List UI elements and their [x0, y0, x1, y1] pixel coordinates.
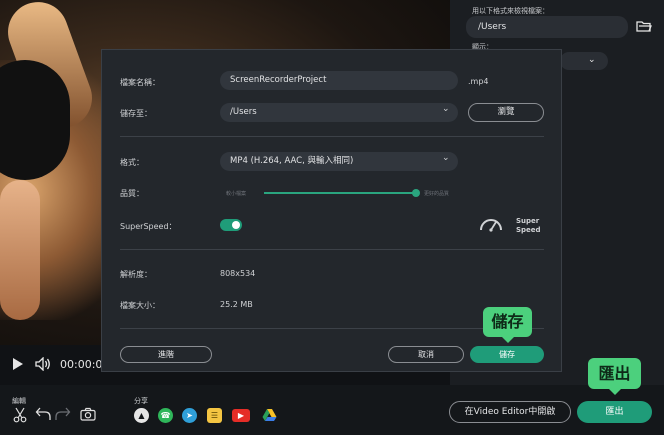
resolution-label: 解析度： [120, 270, 152, 279]
camera-icon[interactable] [80, 407, 96, 423]
cloud-upload-icon[interactable]: ▲ [134, 408, 149, 423]
speedometer-icon [479, 215, 503, 237]
scissors-icon[interactable] [12, 407, 28, 423]
divider [120, 249, 544, 250]
chevron-down-icon: ⌄ [442, 153, 450, 163]
save-to-label: 儲存至： [120, 109, 152, 118]
save-button[interactable]: 儲存 [470, 346, 544, 363]
folder-field[interactable]: /Users [466, 16, 628, 38]
filesize-value: 25.2 MB [220, 300, 253, 309]
filename-label: 檔案名稱： [120, 78, 160, 87]
chevron-down-icon: ⌄ [588, 55, 596, 65]
format-label: 格式： [120, 158, 144, 167]
divider [120, 328, 544, 329]
redo-icon[interactable] [55, 407, 71, 423]
format-select[interactable]: MP4 (H.264, AAC, 與輸入相同) [220, 152, 458, 171]
quality-slider[interactable] [264, 189, 420, 197]
youtube-icon[interactable]: ▶ [232, 409, 250, 422]
quality-slider-thumb[interactable] [412, 189, 420, 197]
quality-slider-fill [264, 192, 416, 194]
telegram-icon[interactable]: ➤ [182, 408, 197, 423]
toggle-knob [232, 221, 240, 229]
superspeed-toggle[interactable] [220, 219, 242, 231]
display-select[interactable] [560, 52, 608, 70]
export-button[interactable]: 匯出 [577, 401, 652, 423]
save-to-select[interactable]: /Users [220, 103, 458, 122]
advanced-button[interactable]: 進階 [120, 346, 212, 363]
export-callout: 匯出 [588, 358, 641, 395]
browse-button[interactable]: 瀏覽 [468, 103, 544, 122]
undo-icon[interactable] [35, 407, 51, 423]
share-section-label: 分享 [134, 397, 148, 405]
format-view-label: 用以下格式來檢視檔案： [472, 7, 549, 15]
quality-max-label: 更好的品質 [424, 191, 450, 197]
quality-label: 品質： [120, 189, 144, 198]
notes-icon[interactable]: ☰ [207, 408, 222, 423]
bottom-toolbar: 編輯 分享 ▲ ☎ ➤ ☰ ▶ 在Video Editor中開啟 匯出 [0, 385, 664, 435]
file-extension: .mp4 [468, 77, 489, 86]
folder-open-icon[interactable] [636, 19, 652, 37]
edit-section-label: 編輯 [12, 397, 26, 405]
quality-min-label: 較小檔案 [226, 191, 247, 197]
save-callout: 儲存 [483, 307, 532, 343]
volume-icon[interactable] [35, 356, 51, 375]
divider [120, 136, 544, 137]
filesize-label: 檔案大小： [120, 301, 160, 310]
superspeed-badge-line1: Super [516, 217, 540, 225]
google-drive-icon[interactable] [262, 408, 277, 423]
open-in-editor-button[interactable]: 在Video Editor中開啟 [449, 401, 571, 423]
superspeed-label: SuperSpeed： [120, 222, 177, 231]
cancel-button[interactable]: 取消 [388, 346, 464, 363]
superspeed-badge-line2: Speed [516, 226, 541, 234]
resolution-value: 808x534 [220, 269, 256, 278]
play-icon[interactable] [12, 357, 24, 375]
chevron-down-icon: ⌄ [442, 104, 450, 114]
filename-input[interactable]: ScreenRecorderProject [220, 71, 458, 90]
whatsapp-icon[interactable]: ☎ [158, 408, 173, 423]
